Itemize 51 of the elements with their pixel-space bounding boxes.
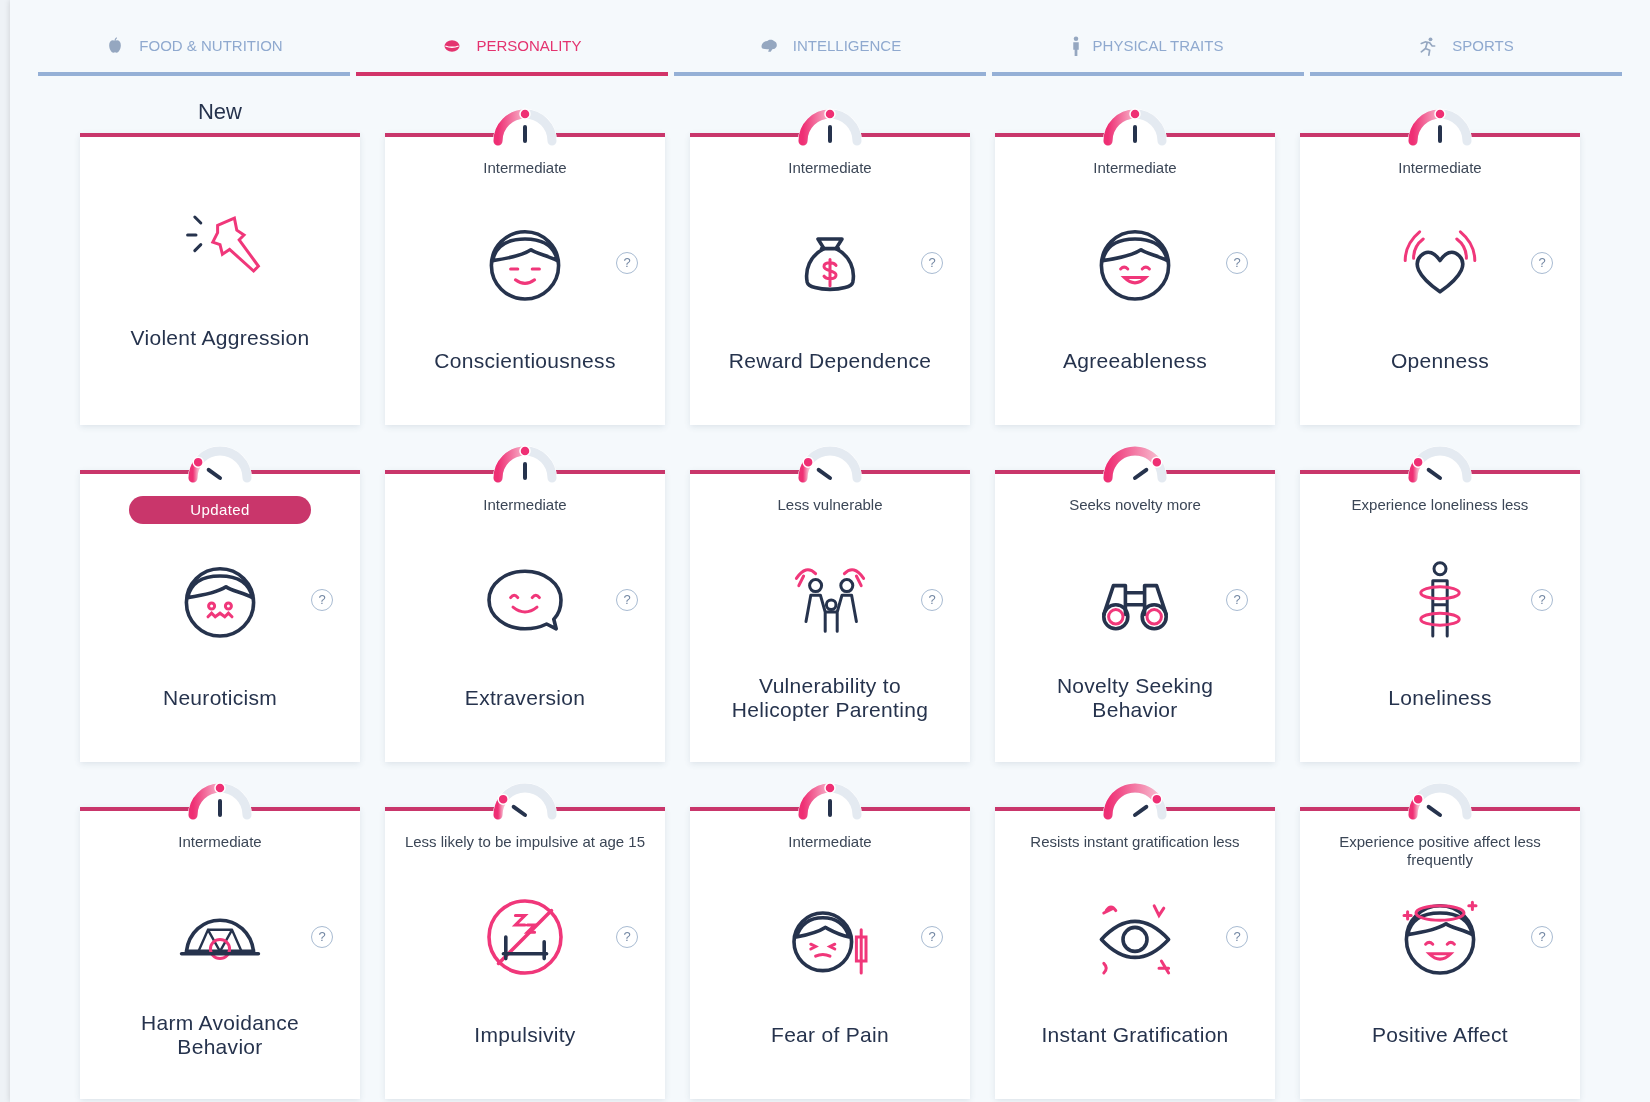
trait-card[interactable]: Experience loneliness less ? Loneliness xyxy=(1300,470,1580,762)
trait-card[interactable]: Resists instant gratification less ? Instant Gratification xyxy=(995,807,1275,1099)
level-reading: Intermediate xyxy=(483,159,567,177)
level-reading: Intermediate xyxy=(483,496,567,514)
trait-card[interactable]: Intermediate ? Conscientiousness xyxy=(385,133,665,425)
trait-card[interactable]: Intermediate ? Fear of Pain xyxy=(690,807,970,1099)
trait-title: Violent Aggression xyxy=(130,326,310,350)
level-reading: Seeks novelty more xyxy=(1069,496,1201,514)
level-reading: Intermediate xyxy=(788,159,872,177)
level-reading: Intermediate xyxy=(178,833,262,851)
trait-title: Loneliness xyxy=(1388,686,1492,710)
trait-title: Agreeableness xyxy=(1063,349,1207,373)
trait-title: Instant Gratification xyxy=(1041,1023,1229,1047)
person-icon xyxy=(1072,36,1079,56)
trait-card[interactable]: Less likely to be impulsive at age 15 ? Impulsivity xyxy=(385,807,665,1099)
updated-badge: Updated xyxy=(129,496,311,524)
trait-card[interactable]: Intermediate ? Reward Dependence xyxy=(690,133,970,425)
trait-title: Novelty Seeking Behavior xyxy=(1055,674,1215,722)
level-reading: Resists instant gratification less xyxy=(1030,833,1240,851)
trait-title: Impulsivity xyxy=(474,1023,576,1047)
category-tab[interactable]: FOOD & NUTRITION xyxy=(38,30,350,76)
trait-title: Positive Affect xyxy=(1372,1023,1508,1047)
trait-title: Harm Avoidance Behavior xyxy=(140,1011,300,1059)
level-reading: Less likely to be impulsive at age 15 xyxy=(404,833,646,851)
trait-title: Conscientiousness xyxy=(434,349,616,373)
trait-title: Neuroticism xyxy=(162,686,278,710)
category-tab[interactable]: SPORTS xyxy=(1310,30,1622,76)
category-tab[interactable]: PERSONALITY xyxy=(356,30,668,76)
trait-card[interactable]: Updated ? Neuroticism xyxy=(80,470,360,762)
trait-title: Vulnerability to Helicopter Parenting xyxy=(730,674,930,722)
trait-card[interactable]: Violent Aggression xyxy=(80,133,360,425)
trait-card[interactable]: Seeks novelty more ? Novelty Seeking Behavior xyxy=(995,470,1275,762)
level-reading: Experience positive affect less frequently xyxy=(1338,833,1542,869)
trait-card[interactable]: Intermediate ? Openness xyxy=(1300,133,1580,425)
level-reading: Less vulnerable xyxy=(777,496,883,514)
level-reading: Intermediate xyxy=(788,833,872,851)
trait-card[interactable]: Intermediate ? Extraversion xyxy=(385,470,665,762)
trait-title: Reward Dependence xyxy=(728,349,932,373)
level-reading: Intermediate xyxy=(1093,159,1177,177)
level-reading: Intermediate xyxy=(1398,159,1482,177)
trait-card[interactable]: Intermediate ? Agreeableness xyxy=(995,133,1275,425)
level-reading: Experience loneliness less xyxy=(1351,496,1529,514)
trait-card[interactable]: Intermediate ? Harm Avoidance Behavior xyxy=(80,807,360,1099)
trait-title: Openness xyxy=(1390,349,1490,373)
new-label: New xyxy=(197,98,243,126)
trait-card[interactable]: Less vulnerable ? Vulnerability to Helicopter Parenting xyxy=(690,470,970,762)
category-tab[interactable]: PHYSICAL TRAITS xyxy=(992,30,1304,76)
trait-title: Fear of Pain xyxy=(771,1023,889,1047)
trait-title: Extraversion xyxy=(464,686,586,710)
category-tab[interactable]: INTELLIGENCE xyxy=(674,30,986,76)
trait-card[interactable]: Experience positive affect less frequently ? Positive Affect xyxy=(1300,807,1580,1099)
